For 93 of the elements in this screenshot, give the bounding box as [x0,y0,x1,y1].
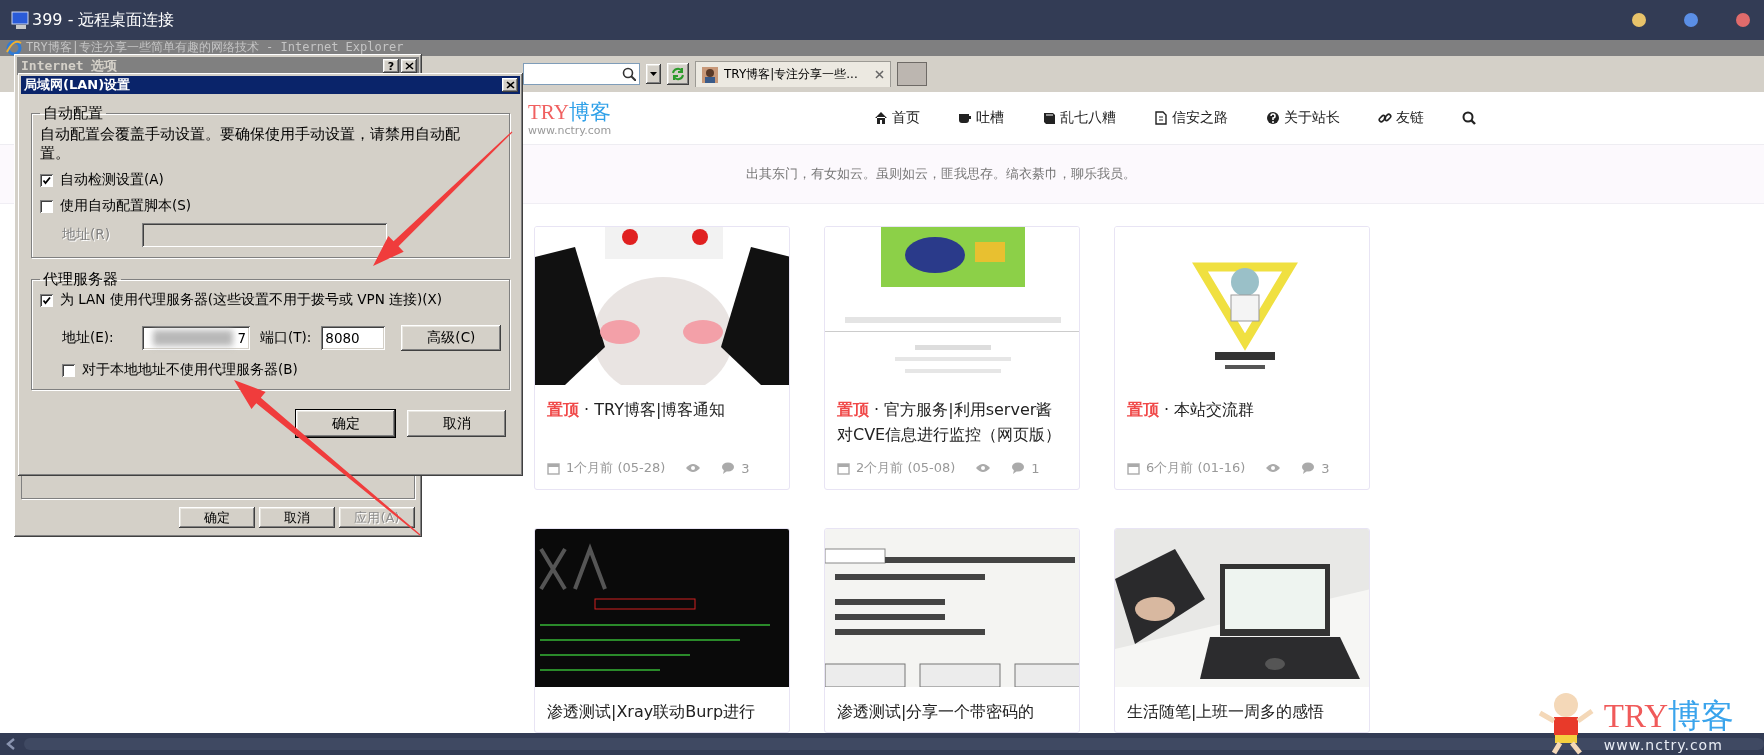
dialog-button[interactable]: 取消 [407,410,506,437]
tab-title: TRY博客|专注分享一些... [724,66,858,83]
post-date: 6个月前 (01-16) [1146,459,1246,477]
calendar-icon [547,461,560,475]
field-label: 端口(T): [260,329,312,347]
eye-icon [1265,462,1282,474]
caret-icon [649,71,658,77]
comment-icon [1011,461,1026,475]
checkbox[interactable] [40,173,53,187]
dialog-button[interactable]: 确定 [296,410,395,437]
post-title[interactable]: 渗透测试|分享一个带密码的 [825,687,1079,732]
home-icon [874,111,888,125]
monitor-icon [10,10,32,30]
cup-icon [958,111,972,125]
nav-link[interactable]: 信安之路 [1154,109,1228,127]
post-date: 1个月前 (05-28) [566,459,666,477]
browser-logo-icon [6,40,22,56]
post-card[interactable]: 渗透测试|分享一个带密码的 [824,528,1080,733]
dropdown-button[interactable] [646,64,661,84]
close-button[interactable] [502,78,518,92]
field-value: 7 [237,330,246,346]
window-title: 399 - 远程桌面连接 [32,9,175,31]
address-field[interactable]: 7 [142,326,250,350]
post-card[interactable]: 置顶 · 官方服务|利用server酱对CVE信息进行监控（网页版） 2个月前 (05-08) 1 [824,226,1080,490]
refresh-button[interactable] [667,63,689,85]
nav-link[interactable]: 首页 [874,109,920,127]
check-icon [42,295,51,305]
question-icon [1266,111,1280,125]
checkbox-label: 为 LAN 使用代理服务器(这些设置不用于拨号或 VPN 连接)(X) [60,291,443,309]
close-icon [505,81,515,89]
calendar-icon [1127,461,1140,475]
close-icon [404,62,414,70]
search-icon[interactable] [1462,111,1476,125]
link-icon [1378,111,1392,125]
checkbox-label: 自动检测设置(A) [60,171,164,189]
window-button[interactable] [1684,13,1698,27]
corner-logo-domain: www.nctry.com [1603,736,1723,755]
dialog-button[interactable]: 确定 [179,507,255,528]
refresh-icon [670,66,686,82]
help-button[interactable]: ? [383,59,399,73]
site-favicon-icon [702,66,718,83]
group-title: 自动配置 [42,104,104,123]
corner-logo-title: TRY博客 [1603,697,1734,735]
close-icon[interactable] [875,70,884,79]
field-label: 地址(E): [62,329,115,347]
checkbox[interactable] [40,199,53,213]
window-button[interactable] [1736,13,1750,27]
post-date: 2个月前 (05-08) [856,459,956,477]
site-tagline: 出其东门，有女如云。虽则如云，匪我思存。缟衣綦巾，聊乐我员。 [746,165,1136,183]
dialog-button[interactable]: 取消 [259,507,335,528]
post-card[interactable]: 置顶 · TRY博客|博客通知 1个月前 (05-28) 3 [534,226,790,490]
comment-count: 3 [741,460,750,476]
post-card[interactable]: 生活随笔|上班一周多的感悟 [1114,528,1370,733]
post-title[interactable]: 渗透测试|Xray联动Burp进行 [535,687,789,732]
post-card[interactable]: 置顶 · 本站交流群 6个月前 (01-16) 3 [1114,226,1370,490]
document-icon [1154,111,1168,125]
comment-icon [721,461,736,475]
nav-link[interactable]: 友链 [1378,109,1424,127]
port-field[interactable]: 8080 [321,326,386,350]
new-tab-button[interactable] [897,62,927,86]
comment-count: 1 [1031,460,1040,476]
dialog-title: 局域网(LAN)设置 [24,76,131,94]
post-title[interactable]: 生活随笔|上班一周多的感悟 [1115,687,1369,732]
close-button[interactable] [401,59,417,73]
search-icon [622,67,636,81]
checkbox[interactable] [62,363,75,377]
address-field[interactable] [523,63,640,85]
calendar-icon [837,461,850,475]
site-domain: www.nctry.com [528,123,613,137]
check-icon [42,175,51,185]
checkbox[interactable] [40,293,53,307]
post-card[interactable]: 渗透测试|Xray联动Burp进行 [534,528,790,733]
window-button[interactable] [1632,13,1646,27]
post-title[interactable]: 置顶 · 官方服务|利用server酱对CVE信息进行监控（网页版） [825,385,1079,455]
field-label: 地址(R) [62,226,111,244]
description-text: 自动配置会覆盖手动设置。要确保使用手动设置，请禁用自动配置。 [40,125,461,163]
nav-link[interactable]: 乱七八糟 [1042,109,1116,127]
book-icon [1042,111,1056,125]
group-title: 代理服务器 [42,270,119,289]
comment-icon [1301,461,1316,475]
comment-count: 3 [1321,460,1330,476]
advanced-button[interactable]: 高级(C) [401,325,502,351]
post-title[interactable]: 置顶 · 本站交流群 [1115,385,1369,430]
checkbox-label: 对于本地地址不使用代理服务器(B) [82,361,298,379]
eye-icon [975,462,992,474]
chevron-left-icon[interactable] [6,738,16,750]
dialog-title: Internet 选项 [21,57,118,75]
browser-tab[interactable]: TRY博客|专注分享一些... [695,61,891,87]
nav-link[interactable]: 吐槽 [958,109,1004,127]
eye-icon [685,462,702,474]
checkbox-label: 使用自动配置脚本(S) [60,197,192,215]
nav-link[interactable]: 关于站长 [1266,109,1340,127]
post-title[interactable]: 置顶 · TRY博客|博客通知 [535,385,789,430]
